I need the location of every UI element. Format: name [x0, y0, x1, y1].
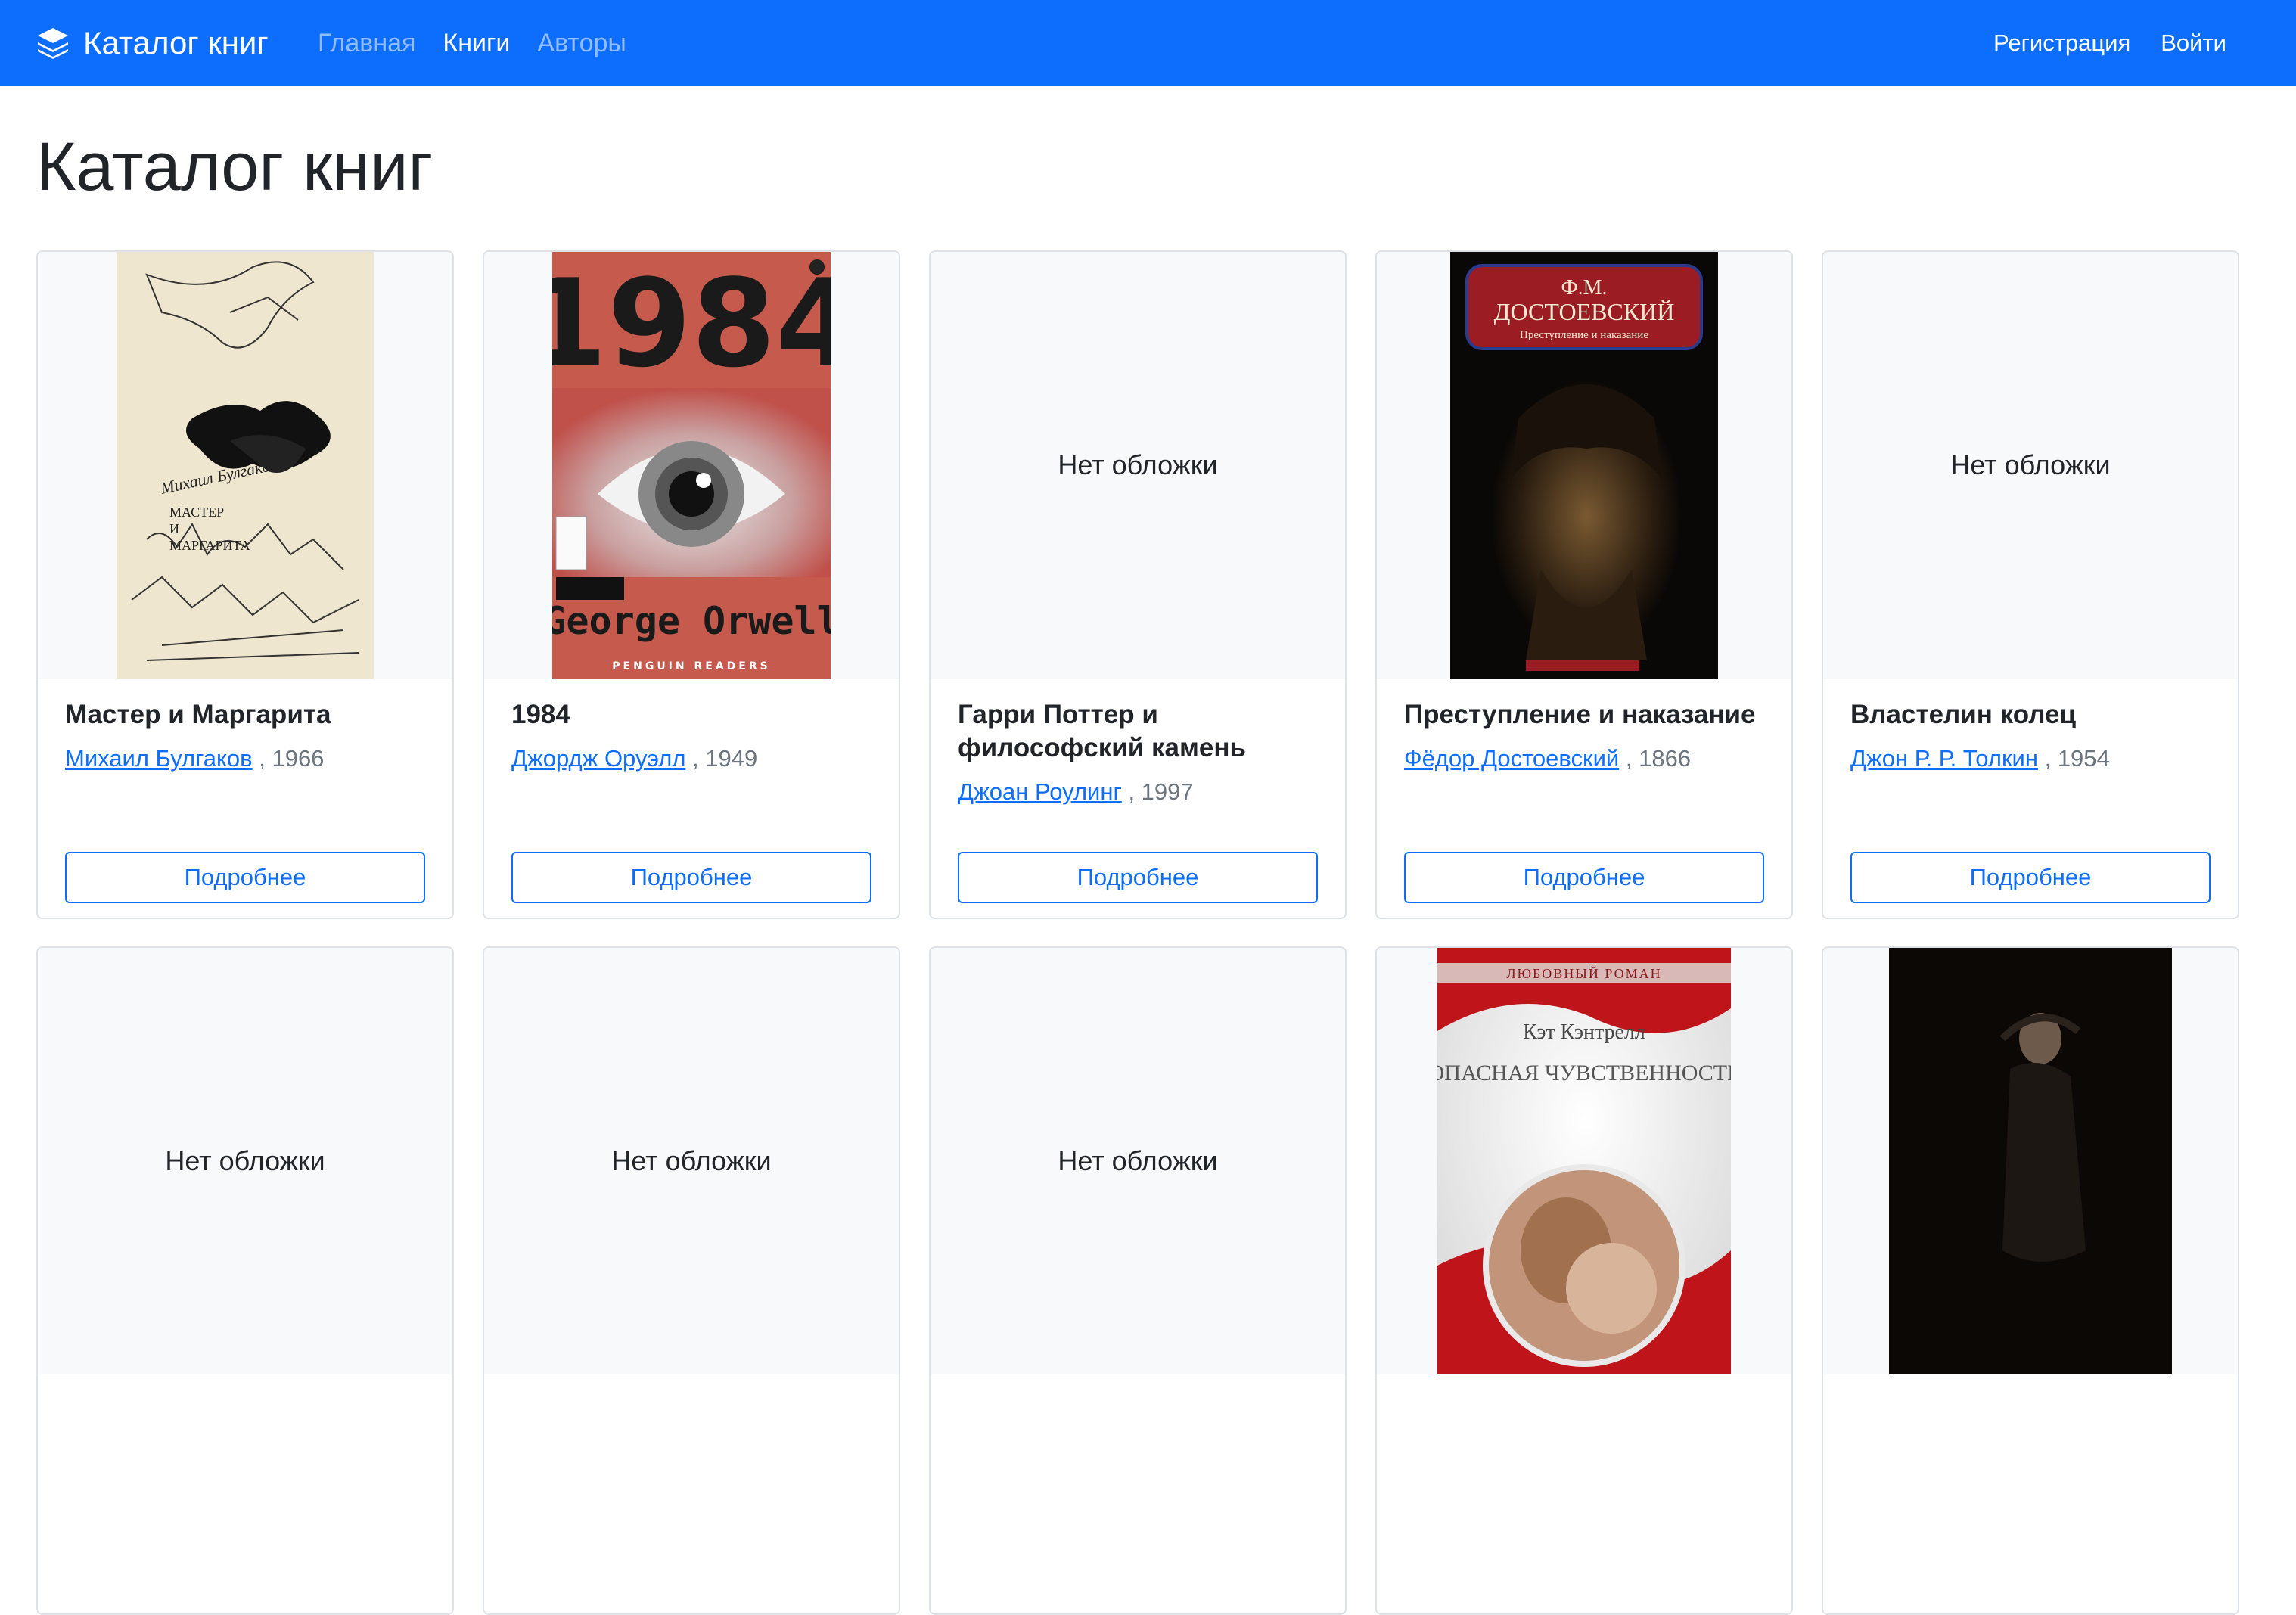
book-meta: Джоан Роулинг , 1997 — [958, 777, 1318, 807]
account-nav: Регистрация Войти — [1993, 0, 2226, 86]
book-meta: Фёдор Достоевский , 1866 — [1404, 744, 1764, 774]
book-year: , 1949 — [692, 745, 758, 772]
book-title: Гарри Поттер и философский камень — [958, 700, 1247, 762]
book-year: , 1954 — [2044, 745, 2110, 772]
book-card: Нет обложки — [929, 946, 1347, 1615]
book-cover[interactable]: Нет обложки — [1823, 252, 2238, 679]
svg-text:МАРГАРИТА: МАРГАРИТА — [169, 538, 250, 553]
book-card: Михаил Булгаков МАСТЕР И МАРГАРИТА Масте… — [36, 250, 454, 919]
book-meta: Михаил Булгаков , 1966 — [65, 744, 425, 774]
book-meta: Джон Р. Р. Толкин , 1954 — [1850, 744, 2211, 774]
book-card: Нет обложки Властелин колец Джон Р. Р. Т… — [1822, 250, 2239, 919]
book-cover[interactable]: Нет обложки — [484, 948, 899, 1374]
register-link[interactable]: Регистрация — [1993, 30, 2130, 57]
cover-text: PENGUIN READERS — [612, 660, 770, 672]
no-cover-label: Нет обложки — [1058, 1145, 1218, 1176]
book-title: 1984 — [511, 700, 570, 729]
book-year: , 1866 — [1625, 745, 1692, 772]
navbar: Каталог книг Главная Книги Авторы Регист… — [0, 0, 2296, 86]
details-button[interactable]: Подробнее — [1850, 852, 2211, 903]
book-card: Нет обложки Гарри Поттер и философский к… — [929, 250, 1347, 919]
book-cover[interactable]: ЛЮБОВНЫЙ РОМАН Кэт Кэнтрелл ОПАСНАЯ ЧУВС… — [1377, 948, 1791, 1374]
details-button[interactable]: Подробнее — [65, 852, 425, 903]
author-link[interactable]: Джордж Оруэлл — [511, 745, 685, 772]
romance-cover: ЛЮБОВНЫЙ РОМАН Кэт Кэнтрелл ОПАСНАЯ ЧУВС… — [1437, 948, 1731, 1374]
svg-text:И: И — [169, 521, 179, 536]
dostoevsky-cover: Ф.М. ДОСТОЕВСКИЙ Преступление и наказани… — [1450, 252, 1718, 679]
card-body: Преступление и наказание Фёдор Достоевск… — [1404, 698, 1764, 774]
brand-text: Каталог книг — [83, 25, 269, 61]
nav-authors[interactable]: Авторы — [537, 29, 626, 58]
book-cover[interactable] — [1823, 948, 2238, 1374]
book-cover[interactable]: Михаил Булгаков МАСТЕР И МАРГАРИТА — [38, 252, 452, 679]
main-nav: Главная Книги Авторы — [318, 0, 626, 86]
no-cover-label: Нет обложки — [1058, 449, 1218, 480]
book-title: Мастер и Маргарита — [65, 700, 331, 729]
no-cover-label: Нет обложки — [611, 1145, 772, 1176]
book-cover[interactable]: Нет обложки — [931, 948, 1345, 1374]
book-cover[interactable]: 1984 George Orwell PENGUIN READERS — [484, 252, 899, 679]
book-card — [1822, 946, 2239, 1615]
layers-icon — [38, 28, 68, 59]
book-cover[interactable]: Ф.М. ДОСТОЕВСКИЙ Преступление и наказани… — [1377, 252, 1791, 679]
details-button[interactable]: Подробнее — [1404, 852, 1764, 903]
book-card: ЛЮБОВНЫЙ РОМАН Кэт Кэнтрелл ОПАСНАЯ ЧУВС… — [1375, 946, 1793, 1615]
cover-text: George Orwell — [552, 599, 831, 643]
book-card: Ф.М. ДОСТОЕВСКИЙ Преступление и наказани… — [1375, 250, 1793, 919]
cover-text: ЛЮБОВНЫЙ РОМАН — [1506, 966, 1661, 981]
nav-home[interactable]: Главная — [318, 29, 415, 58]
cover-text: ОПАСНАЯ ЧУВСТВЕННОСТЬ — [1437, 1061, 1731, 1085]
login-link[interactable]: Войти — [2161, 30, 2226, 57]
details-button[interactable]: Подробнее — [958, 852, 1318, 903]
bulgakov-cover: Михаил Булгаков МАСТЕР И МАРГАРИТА — [117, 252, 374, 679]
author-link[interactable]: Михаил Булгаков — [65, 745, 253, 772]
book-card: Нет обложки — [483, 946, 900, 1615]
book-card: Нет обложки — [36, 946, 454, 1615]
book-year: , 1997 — [1128, 778, 1194, 805]
book-cover[interactable]: Нет обложки — [931, 252, 1345, 679]
book-year: , 1966 — [259, 745, 325, 772]
author-link[interactable]: Фёдор Достоевский — [1404, 745, 1619, 772]
no-cover-label: Нет обложки — [165, 1145, 325, 1176]
card-body: Властелин колец Джон Р. Р. Толкин , 1954 — [1850, 698, 2211, 774]
author-link[interactable]: Джоан Роулинг — [958, 778, 1122, 805]
no-cover-label: Нет обложки — [1950, 449, 2111, 480]
page-title: Каталог книг — [36, 129, 433, 205]
cover-text: Ф.М. — [1561, 276, 1607, 300]
card-body: 1984 Джордж Оруэлл , 1949 — [511, 698, 871, 774]
book-meta: Джордж Оруэлл , 1949 — [511, 744, 871, 774]
card-body: Мастер и Маргарита Михаил Булгаков , 196… — [65, 698, 425, 774]
book-title: Властелин колец — [1850, 700, 2076, 729]
cover-text: Кэт Кэнтрелл — [1523, 1020, 1645, 1044]
dark-portrait-cover — [1889, 948, 2172, 1374]
book-card: 1984 George Orwell PENGUIN READERS 1984 … — [483, 250, 900, 919]
cover-text: ДОСТОЕВСКИЙ — [1494, 298, 1675, 325]
book-cover[interactable]: Нет обложки — [38, 948, 452, 1374]
details-button[interactable]: Подробнее — [511, 852, 871, 903]
orwell-cover: 1984 George Orwell PENGUIN READERS — [552, 252, 831, 679]
brand-link[interactable]: Каталог книг — [35, 0, 269, 86]
svg-text:МАСТЕР: МАСТЕР — [169, 505, 224, 520]
cover-text: 1984 — [552, 253, 831, 394]
book-title: Преступление и наказание — [1404, 700, 1756, 729]
card-body: Гарри Поттер и философский камень Джоан … — [958, 698, 1318, 807]
author-link[interactable]: Джон Р. Р. Толкин — [1850, 745, 2038, 772]
nav-books[interactable]: Книги — [443, 29, 510, 58]
cover-text: Преступление и наказание — [1520, 329, 1648, 341]
